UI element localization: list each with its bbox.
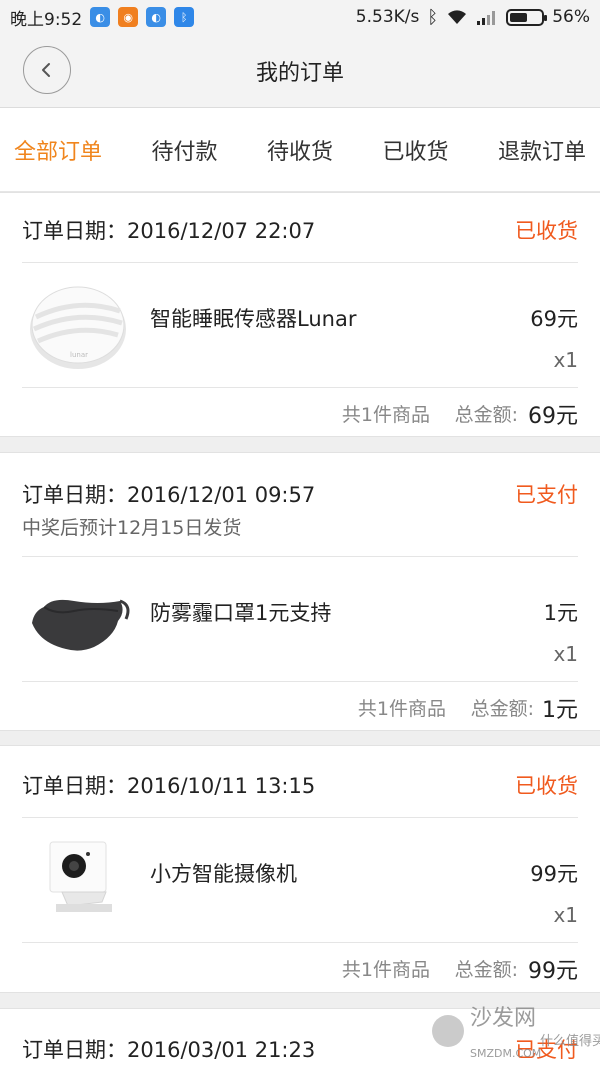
- item-count: 共1件商品: [341, 404, 430, 426]
- product-image-lunar: lunar: [22, 277, 134, 373]
- network-speed: 5.53K/s: [355, 7, 420, 27]
- watermark-sub2: 什么值得买: [540, 1033, 600, 1049]
- order-total: 99元: [528, 959, 578, 984]
- order-footer: 共1件商品 总金额: 99元: [22, 943, 578, 993]
- order-header: 订单日期：2016/12/07 22:07 已收货: [22, 193, 578, 263]
- battery-icon: [506, 8, 548, 26]
- order-status: 已收货: [515, 219, 578, 243]
- status-time: 晚上9:52: [10, 9, 83, 30]
- item-price: 99元: [530, 862, 578, 886]
- order-date: 订单日期：2016/12/07 22:07: [22, 219, 316, 243]
- item-count: 共1件商品: [341, 959, 430, 981]
- order-item[interactable]: lunar 智能睡眠传感器Lunar 69元 x1: [22, 263, 578, 388]
- total-label: 总金额:: [454, 959, 518, 981]
- bluetooth-notify-icon: ᛒ: [174, 7, 195, 27]
- back-button[interactable]: [23, 46, 71, 94]
- order-date: 订单日期：2016/03/01 21:23: [22, 1038, 316, 1062]
- item-name: 防雾霾口罩1元支持: [150, 601, 332, 625]
- shipping-note: 中奖后预计12月15日发货: [22, 517, 242, 539]
- product-image-mask: [22, 571, 134, 667]
- tab-refund-orders[interactable]: 退款订单: [498, 134, 586, 166]
- product-image-camera: [22, 832, 134, 928]
- page-header: 我的订单: [0, 34, 600, 108]
- order-item[interactable]: 防雾霾口罩1元支持 1元 x1: [22, 557, 578, 682]
- order-header: 订单日期：2016/10/11 13:15 已收货: [22, 746, 578, 818]
- order-date: 订单日期：2016/10/11 13:15: [22, 774, 316, 798]
- order-date: 订单日期：2016/12/01 09:57: [22, 483, 316, 507]
- order-card[interactable]: 订单日期：2016/12/07 22:07 已收货 lunar 智能睡眠传感器L…: [0, 192, 600, 437]
- tab-all-orders[interactable]: 全部订单: [14, 134, 102, 166]
- app-icon-2: ◉: [118, 7, 139, 27]
- order-card[interactable]: 订单日期：2016/10/11 13:15 已收货 小方智能摄像机 99元 x1…: [0, 745, 600, 993]
- item-price: 1元: [543, 601, 578, 625]
- total-label: 总金额:: [454, 404, 518, 426]
- order-footer: 共1件商品 总金额: 1元: [22, 682, 578, 732]
- watermark-logo: 沙发网 什么值得买 SMZDM.COM: [428, 995, 600, 1067]
- item-quantity: x1: [553, 348, 578, 372]
- item-name: 小方智能摄像机: [150, 862, 297, 886]
- page-title: 我的订单: [255, 60, 344, 86]
- item-count: 共1件商品: [357, 698, 446, 720]
- order-total: 1元: [542, 698, 578, 723]
- bluetooth-icon: ᛒ: [427, 6, 439, 28]
- item-price: 69元: [530, 307, 578, 331]
- tab-pending-receipt[interactable]: 待收货: [267, 134, 333, 166]
- order-status: 已支付: [515, 483, 578, 507]
- tab-pending-payment[interactable]: 待付款: [151, 134, 217, 166]
- app-icon-1: ◐: [90, 7, 111, 27]
- watermark-sub: SMZDM.COM: [470, 1047, 541, 1060]
- wifi-icon: [448, 10, 467, 24]
- chevron-left-icon: [42, 63, 50, 77]
- order-status: 已收货: [515, 774, 578, 798]
- order-card[interactable]: 订单日期：2016/12/01 09:57 已支付 中奖后预计12月15日发货 …: [0, 452, 600, 731]
- total-label: 总金额:: [470, 698, 534, 720]
- order-footer: 共1件商品 总金额: 69元: [22, 388, 578, 438]
- battery-percent: 56%: [552, 7, 590, 27]
- item-name: 智能睡眠传感器Lunar: [150, 307, 357, 331]
- signal-icon: [477, 11, 496, 25]
- order-item[interactable]: 小方智能摄像机 99元 x1: [22, 818, 578, 943]
- status-bar: 晚上9:52 ◐ ◉ ◐ ᛒ 5.53K/s ᛒ 56%: [0, 0, 600, 34]
- app-icon-3: ◐: [146, 7, 167, 27]
- tab-received[interactable]: 已收货: [382, 134, 448, 166]
- order-tabs: 全部订单 待付款 待收货 已收货 退款订单: [0, 108, 600, 192]
- watermark-text: 沙发网: [470, 1006, 536, 1031]
- order-total: 69元: [528, 404, 578, 429]
- item-quantity: x1: [553, 903, 578, 927]
- item-quantity: x1: [553, 642, 578, 666]
- order-header: 订单日期：2016/12/01 09:57 已支付 中奖后预计12月15日发货: [22, 453, 578, 557]
- lunar-logo-text: lunar: [70, 351, 88, 359]
